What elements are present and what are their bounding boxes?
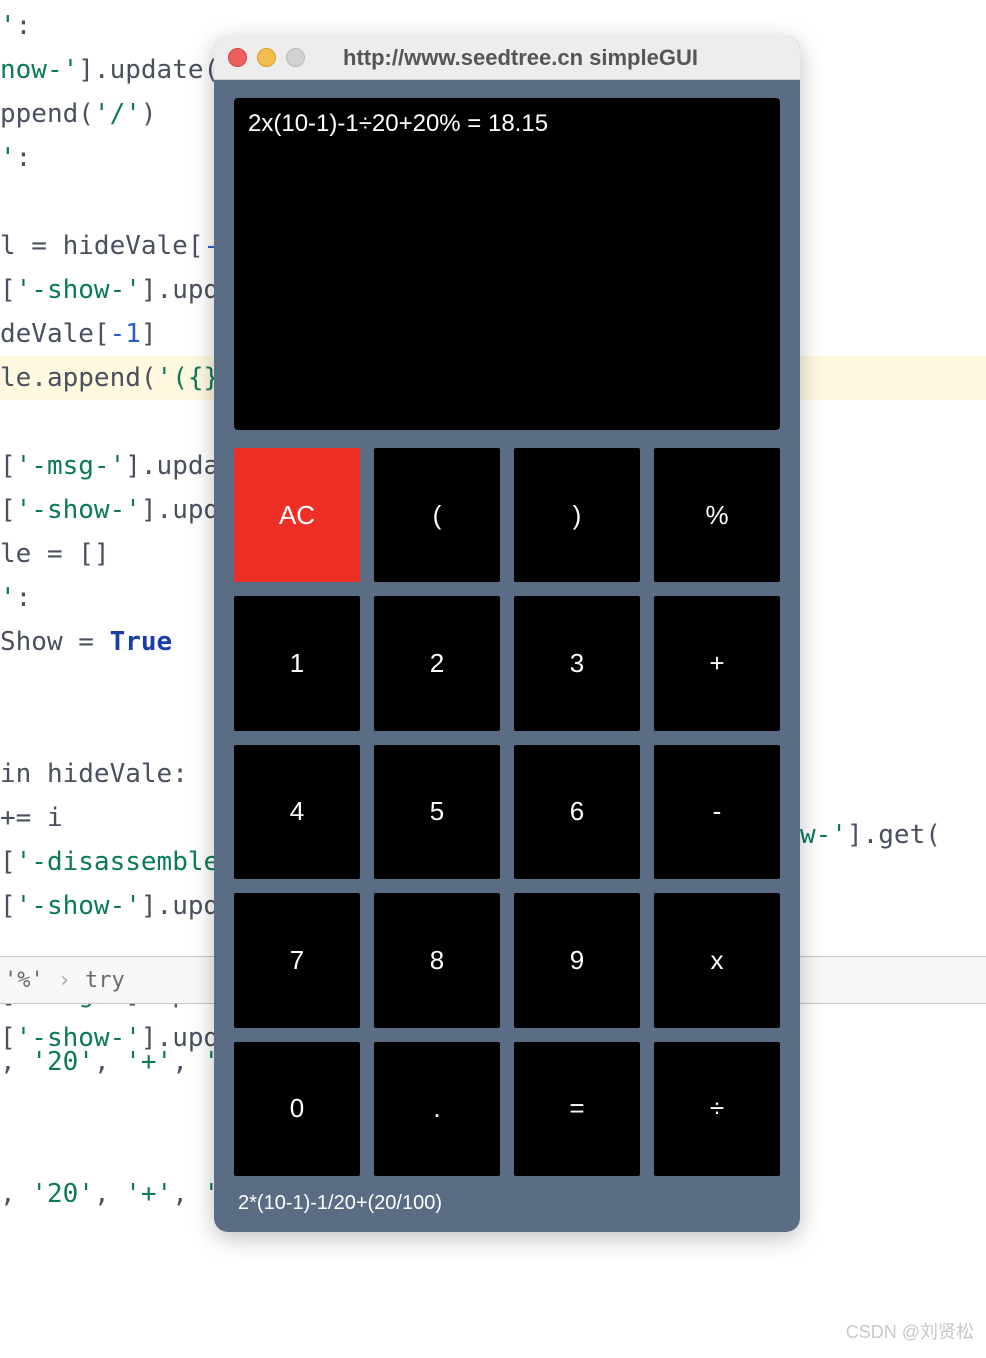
window-titlebar: http://www.seedtree.cn simpleGUI [214, 36, 800, 80]
digit-8-button[interactable]: 8 [374, 893, 500, 1027]
status-bar: 2*(10-1)-1/20+(20/100) [234, 1186, 780, 1220]
calculator-window: http://www.seedtree.cn simpleGUI 2x(10-1… [214, 36, 800, 1232]
multiply-button[interactable]: x [654, 893, 780, 1027]
console-line [0, 1128, 251, 1172]
console-line [0, 1084, 251, 1128]
digit-2-button[interactable]: 2 [374, 596, 500, 730]
digit-3-button[interactable]: 3 [514, 596, 640, 730]
percent-button[interactable]: % [654, 448, 780, 582]
breadcrumb-item[interactable]: try [85, 968, 125, 993]
digit-5-button[interactable]: 5 [374, 745, 500, 879]
ac-button[interactable]: AC [234, 448, 360, 582]
plus-button[interactable]: + [654, 596, 780, 730]
digit-6-button[interactable]: 6 [514, 745, 640, 879]
close-icon[interactable] [228, 48, 247, 67]
digit-0-button[interactable]: 0 [234, 1042, 360, 1176]
console-line: , '20', '+', '(2 [0, 1172, 251, 1216]
console-output: , '20', '+', '20 , '20', '+', '(2 [0, 1040, 251, 1216]
lparen-button[interactable]: ( [374, 448, 500, 582]
display-text: 2x(10-1)-1÷20+20% = 18.15 [248, 110, 548, 137]
breadcrumb-item[interactable]: '%' [4, 968, 44, 993]
calculator-keypad: AC()% 123+456- 789x 0.=÷ [234, 448, 780, 1176]
divide-button[interactable]: ÷ [654, 1042, 780, 1176]
digit-1-button[interactable]: 1 [234, 596, 360, 730]
equals-button[interactable]: = [514, 1042, 640, 1176]
digit-4-button[interactable]: 4 [234, 745, 360, 879]
calculator-display: 2x(10-1)-1÷20+20% = 18.15 [234, 98, 780, 430]
digit-7-button[interactable]: 7 [234, 893, 360, 1027]
rparen-button[interactable]: ) [514, 448, 640, 582]
editor-right-tail: w-'].get( [800, 820, 941, 850]
digit-9-button[interactable]: 9 [514, 893, 640, 1027]
dot-button[interactable]: . [374, 1042, 500, 1176]
chevron-right-icon: › [58, 968, 71, 993]
console-line: , '20', '+', '20 [0, 1040, 251, 1084]
minus-button[interactable]: - [654, 745, 780, 879]
watermark: CSDN @刘贤松 [846, 1318, 974, 1344]
window-title: http://www.seedtree.cn simpleGUI [255, 45, 786, 71]
status-text: 2*(10-1)-1/20+(20/100) [238, 1192, 442, 1215]
